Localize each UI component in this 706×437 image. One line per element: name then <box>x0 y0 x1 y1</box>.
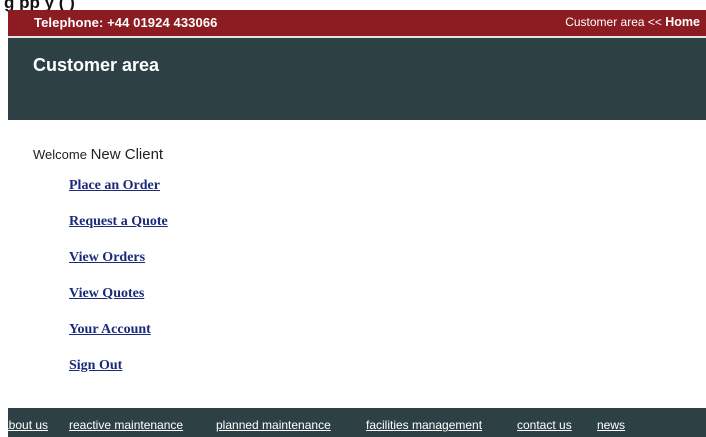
welcome-label: Welcome <box>33 147 87 162</box>
your-account-link[interactable]: Your Account <box>69 322 151 337</box>
page-title: Customer area <box>33 55 160 75</box>
welcome-message: Welcome New Client <box>33 146 163 163</box>
request-quote-link[interactable]: Request a Quote <box>69 214 168 229</box>
place-order-link[interactable]: Place an Order <box>69 178 160 193</box>
view-quotes-link[interactable]: View Quotes <box>69 286 144 301</box>
customer-menu: Place an Order Request a Quote View Orde… <box>69 176 168 392</box>
footer-link-planned-maintenance[interactable]: planned maintenance <box>216 418 331 432</box>
footer-link-news[interactable]: news <box>597 418 625 432</box>
view-orders-link[interactable]: View Orders <box>69 250 145 265</box>
footer-link-contact-us[interactable]: contact us <box>517 418 572 432</box>
client-name: New Client <box>90 146 164 163</box>
page-header: Customer area <box>8 36 706 120</box>
breadcrumb: Customer area << Home <box>565 15 700 29</box>
breadcrumb-home-link[interactable]: Home <box>665 15 700 29</box>
footer-link-reactive-maintenance[interactable]: reactive maintenance <box>69 418 183 432</box>
footer-link-facilities-management[interactable]: facilities management <box>366 418 482 432</box>
breadcrumb-separator: << <box>644 15 666 29</box>
footer-nav: about us reactive maintenance planned ma… <box>2 408 706 437</box>
sign-out-link[interactable]: Sign Out <box>69 358 122 373</box>
top-bar: Telephone: +44 01924 433066 Customer are… <box>8 10 706 36</box>
telephone-text: Telephone: +44 01924 433066 <box>34 15 218 30</box>
breadcrumb-current: Customer area <box>565 15 645 29</box>
footer-link-about-us[interactable]: about us <box>2 418 48 432</box>
